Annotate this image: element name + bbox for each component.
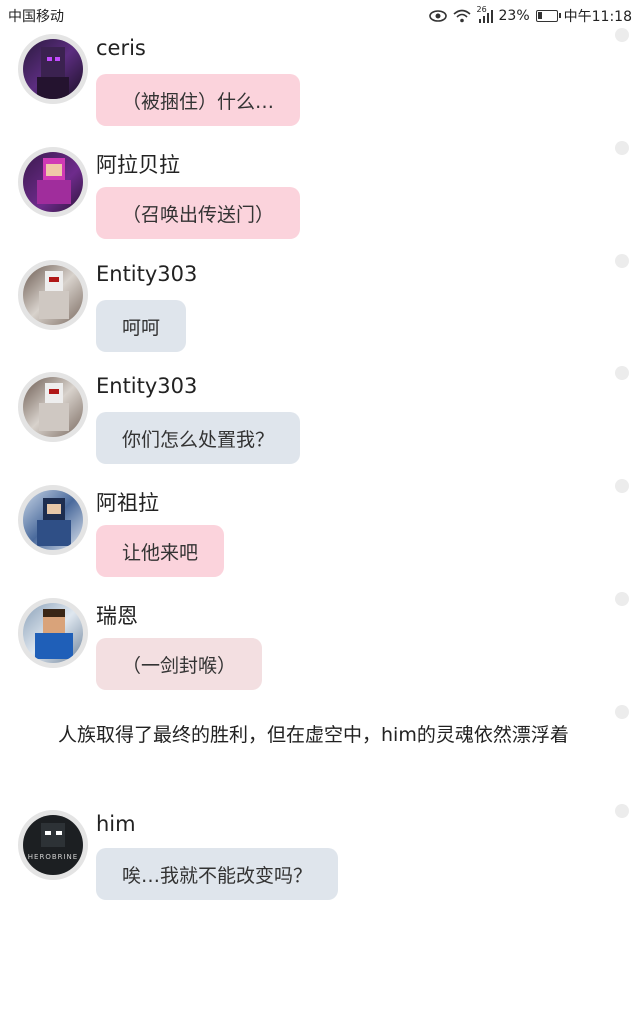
message-bubble[interactable]: （一剑封喉） (96, 638, 263, 690)
battery-icon (535, 10, 561, 22)
battery-percent: 23% (498, 8, 530, 24)
message-bubble[interactable]: 你们怎么处置我？ (96, 412, 301, 464)
signal-icon: 26 (477, 5, 493, 23)
status-dot (615, 28, 629, 42)
message-bubble[interactable]: 唉…我就不能改变吗？ (96, 848, 339, 900)
sender-name: ceris (96, 36, 146, 60)
status-dot (615, 592, 629, 606)
avatar[interactable] (18, 260, 88, 330)
sender-name: 阿拉贝拉 (96, 153, 180, 177)
avatar[interactable] (18, 598, 88, 668)
wifi-icon (452, 9, 471, 23)
avatar[interactable] (18, 147, 88, 217)
sender-name: 瑞恩 (96, 604, 138, 628)
sender-name: Entity303 (96, 262, 198, 286)
status-dot (615, 804, 629, 818)
message-bubble[interactable]: 呵呵 (96, 300, 187, 352)
status-dot (615, 141, 629, 155)
avatar[interactable] (18, 485, 88, 555)
narration-text: 人族取得了最终的胜利，但在虚空中，him的灵魂依然漂浮着 (58, 724, 569, 746)
avatar-caption: HEROBRINE (27, 853, 79, 861)
sender-name: 阿祖拉 (96, 491, 159, 515)
eye-icon (428, 10, 447, 22)
sender-name: Entity303 (96, 374, 198, 398)
carrier-label: 中国移动 (8, 9, 64, 25)
clock: 中午11:18 (563, 9, 632, 25)
sender-name: him (96, 812, 136, 836)
status-dot (615, 366, 629, 380)
message-bubble[interactable]: 让他来吧 (96, 525, 225, 577)
message-bubble[interactable]: （召唤出传送门） (96, 187, 301, 239)
status-dot (615, 705, 629, 719)
status-dot (615, 254, 629, 268)
status-dot (615, 479, 629, 493)
avatar[interactable] (18, 34, 88, 104)
avatar[interactable]: HEROBRINE (18, 810, 88, 880)
message-bubble[interactable]: （被捆住）什么… (96, 74, 301, 126)
status-bar: 中国移动 26 23% 中午11:18 (0, 0, 640, 30)
network-label: 26 (476, 5, 487, 14)
avatar[interactable] (18, 372, 88, 442)
